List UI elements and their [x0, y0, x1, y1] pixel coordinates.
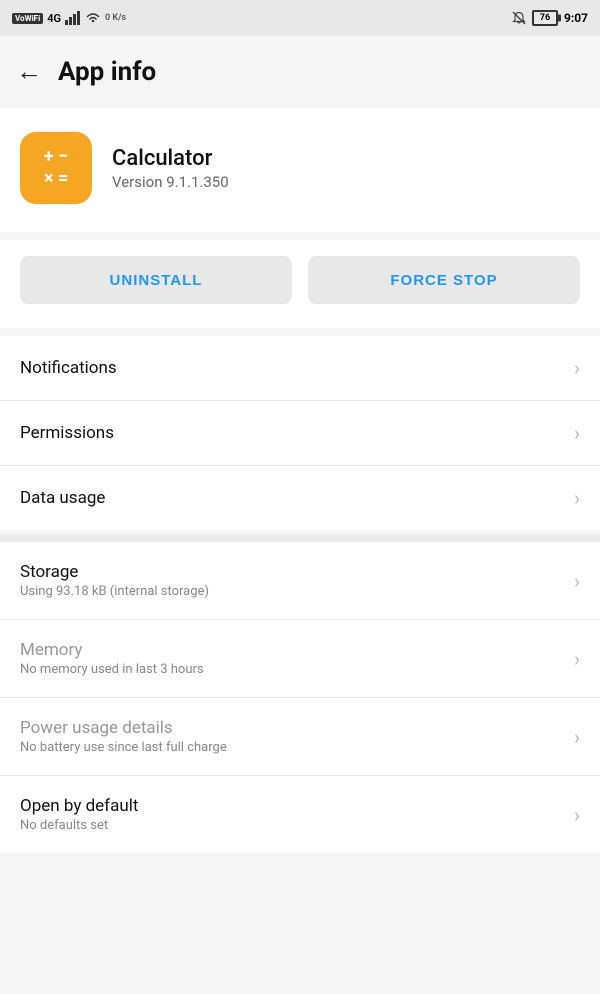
status-time: 9:07 [564, 11, 588, 25]
app-bar: ← App info [0, 36, 600, 108]
memory-item[interactable]: Memory No memory used in last 3 hours › [0, 620, 600, 698]
section-break [0, 534, 600, 542]
open-by-default-title: Open by default [20, 796, 138, 816]
back-button[interactable]: ← [16, 59, 42, 85]
storage-content: Storage Using 93.18 kB (internal storage… [20, 562, 209, 599]
power-usage-item[interactable]: Power usage details No battery use since… [0, 698, 600, 776]
power-usage-chevron: › [574, 725, 580, 749]
status-left: VoWiFi 4G 0 K/s [12, 11, 126, 25]
storage-title: Storage [20, 562, 209, 582]
permissions-item[interactable]: Permissions › [0, 401, 600, 466]
power-usage-subtitle: No battery use since last full charge [20, 740, 227, 755]
wifi-icon [85, 12, 101, 24]
network-type: 4G [47, 12, 61, 25]
app-info-card: + − × = Calculator Version 9.1.1.350 [0, 108, 600, 232]
signal-icon [65, 11, 81, 25]
status-right: 76 9:07 [512, 10, 588, 26]
app-details: Calculator Version 9.1.1.350 [112, 146, 229, 191]
memory-title: Memory [20, 640, 204, 660]
open-by-default-chevron: › [574, 803, 580, 827]
notification-bell-icon [512, 11, 526, 25]
status-bar: VoWiFi 4G 0 K/s 76 9:07 [0, 0, 600, 36]
open-by-default-item[interactable]: Open by default No defaults set › [0, 776, 600, 853]
menu-section-2: Storage Using 93.18 kB (internal storage… [0, 542, 600, 853]
app-version: Version 9.1.1.350 [112, 173, 229, 191]
calc-times: × [44, 170, 54, 188]
memory-content: Memory No memory used in last 3 hours [20, 640, 204, 677]
calc-minus: − [58, 148, 68, 166]
uninstall-button[interactable]: UNINSTALL [20, 256, 292, 304]
force-stop-button[interactable]: FORCE STOP [308, 256, 580, 304]
open-by-default-subtitle: No defaults set [20, 818, 138, 833]
battery-icon: 76 [532, 10, 558, 26]
calc-plus: + [44, 148, 54, 166]
power-usage-content: Power usage details No battery use since… [20, 718, 227, 755]
memory-subtitle: No memory used in last 3 hours [20, 662, 204, 677]
open-by-default-content: Open by default No defaults set [20, 796, 138, 833]
app-icon: + − × = [20, 132, 92, 204]
page-title: App info [58, 57, 156, 87]
notifications-chevron: › [574, 356, 580, 380]
permissions-title: Permissions [20, 423, 114, 443]
battery-level: 76 [540, 13, 550, 23]
data-usage-title: Data usage [20, 488, 105, 508]
app-icon-grid: + − × = [34, 138, 79, 198]
data-usage-item[interactable]: Data usage › [0, 466, 600, 530]
action-buttons: UNINSTALL FORCE STOP [0, 240, 600, 328]
notifications-title: Notifications [20, 358, 117, 378]
app-name: Calculator [112, 146, 229, 171]
permissions-chevron: › [574, 421, 580, 445]
storage-item[interactable]: Storage Using 93.18 kB (internal storage… [0, 542, 600, 620]
notifications-content: Notifications [20, 358, 117, 378]
data-usage-chevron: › [574, 486, 580, 510]
memory-chevron: › [574, 647, 580, 671]
power-usage-title: Power usage details [20, 718, 227, 738]
vowifi-badge: VoWiFi [12, 13, 43, 24]
calc-equals: = [58, 170, 68, 188]
permissions-content: Permissions [20, 423, 114, 443]
storage-chevron: › [574, 569, 580, 593]
storage-subtitle: Using 93.18 kB (internal storage) [20, 584, 209, 599]
notifications-item[interactable]: Notifications › [0, 336, 600, 401]
data-usage-content: Data usage [20, 488, 105, 508]
menu-section-1: Notifications › Permissions › Data usage… [0, 336, 600, 530]
data-speed: 0 K/s [105, 13, 126, 23]
